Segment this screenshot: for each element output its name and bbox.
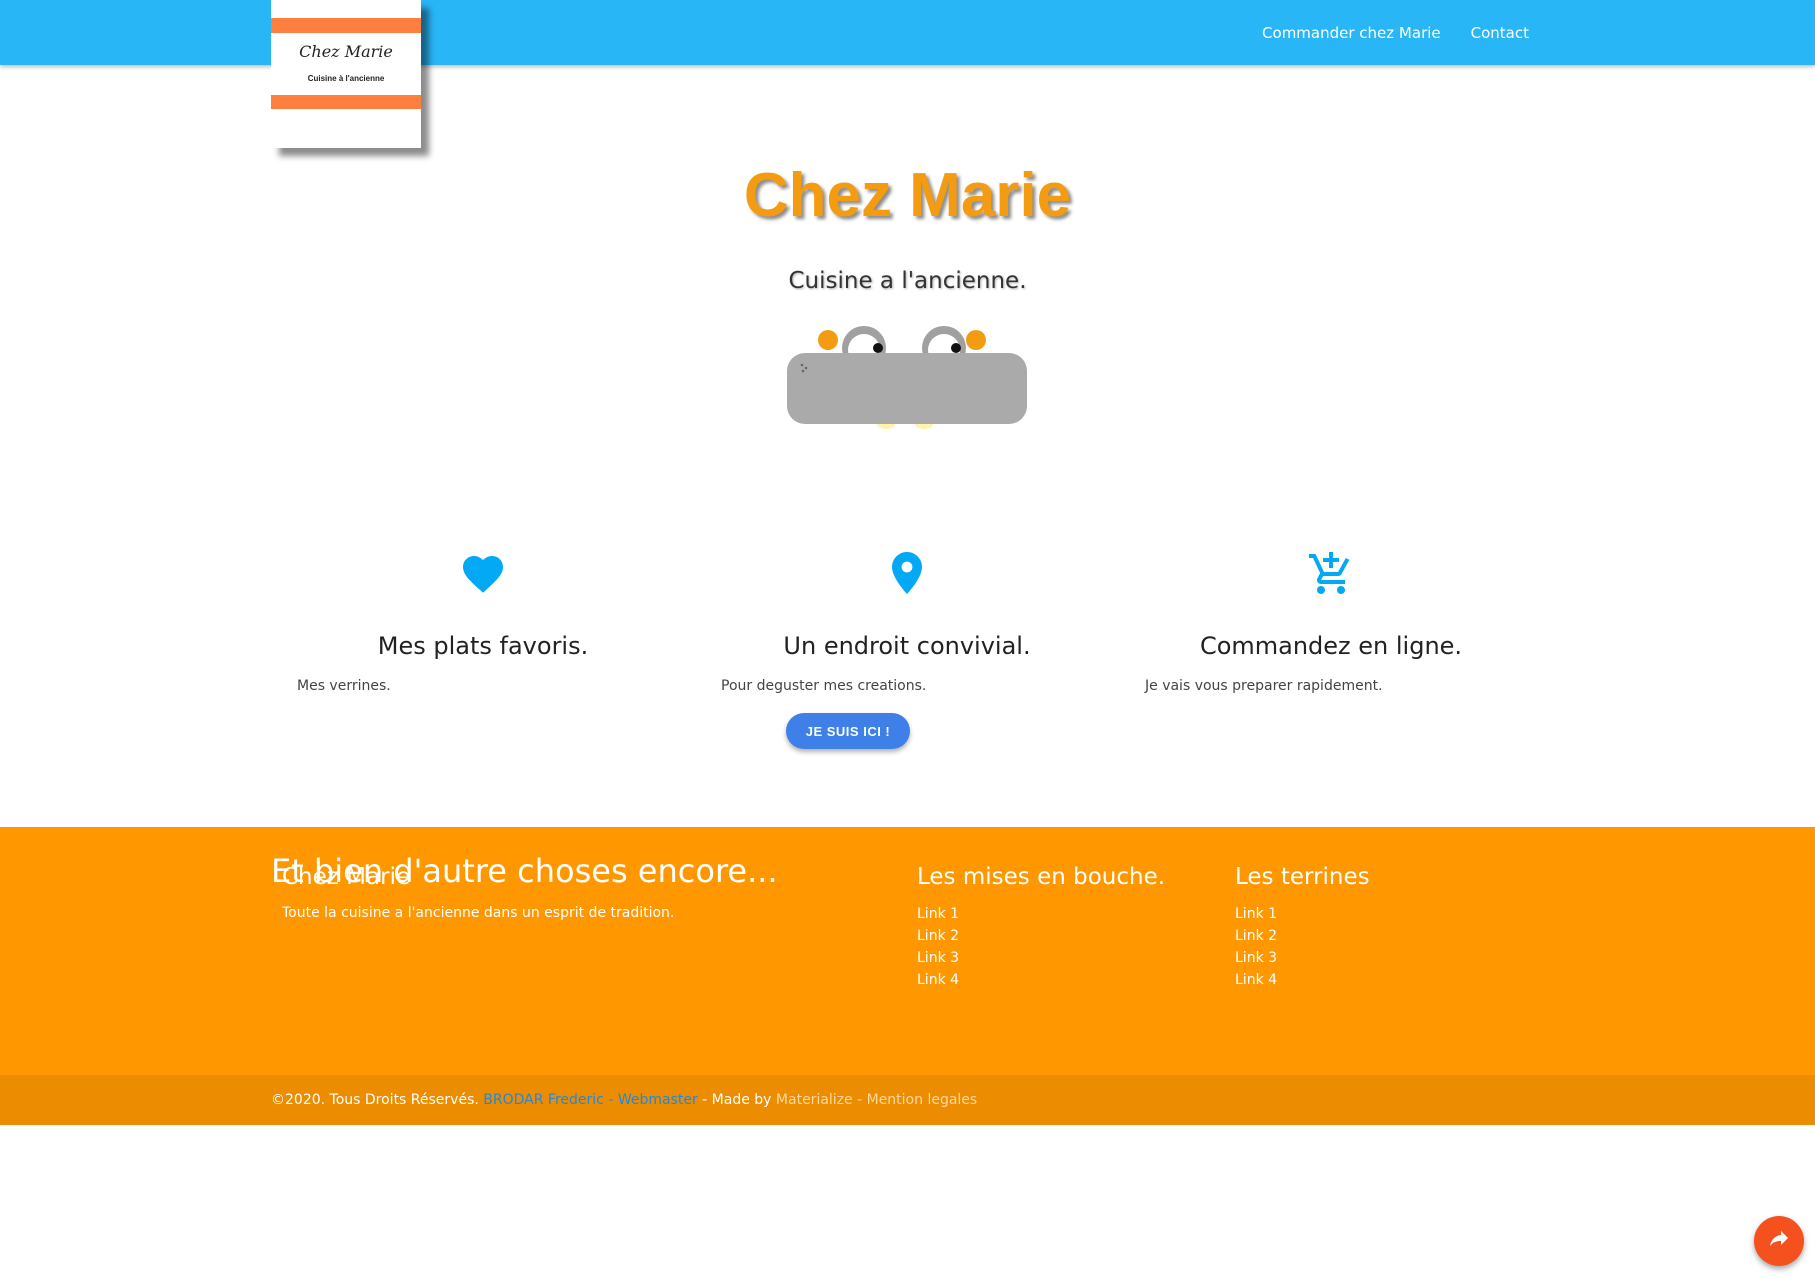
made-by-label: - Made by	[697, 1092, 776, 1108]
logo-name: Chez Marie	[299, 42, 393, 61]
footer-link[interactable]: Link 3	[1235, 947, 1277, 969]
feature-text: Je vais vous preparer rapidement.	[1145, 678, 1383, 694]
feature-title: Commandez en ligne.	[1199, 632, 1463, 660]
add-shopping-cart-icon	[1119, 550, 1543, 600]
je-suis-ici-button[interactable]: JE SUIS ICI !	[786, 713, 910, 749]
footer-links: Link 1 Link 2 Link 3 Link 4	[1235, 903, 1277, 991]
nav-link-contact[interactable]: Contact	[1471, 24, 1529, 42]
separator: -	[603, 1092, 618, 1108]
author-link[interactable]: BRODAR Frederic	[483, 1092, 604, 1108]
footer-link[interactable]: Link 1	[917, 903, 959, 925]
legal-mentions-link[interactable]: Mention legales	[867, 1092, 978, 1108]
nav-link-commander[interactable]: Commander chez Marie	[1262, 24, 1441, 42]
copyright-prefix: ©2020. Tous Droits Réservés.	[271, 1092, 479, 1108]
site-logo[interactable]: Chez Marie Cuisine à l'ancienne	[271, 0, 421, 148]
footer-slogan: Et bien d'autre choses encore...	[271, 852, 778, 890]
footer-about-text: Toute la cuisine a l'ancienne dans un es…	[282, 905, 675, 921]
footer-link[interactable]: Link 2	[1235, 925, 1277, 947]
footer-link[interactable]: Link 1	[1235, 903, 1277, 925]
materialize-link[interactable]: Materialize	[776, 1092, 853, 1108]
share-fab-button[interactable]	[1754, 1216, 1804, 1266]
feature-title: Un endroit convivial.	[783, 632, 1031, 660]
feature-text: Mes verrines.	[297, 678, 391, 694]
map-pin-icon	[695, 550, 1119, 600]
logo-tagline: Cuisine à l'ancienne	[307, 74, 385, 83]
footer-links: Link 1 Link 2 Link 3 Link 4	[917, 903, 959, 991]
hero-title: Chez Marie	[743, 161, 1072, 230]
nav-links: Commander chez Marie Contact	[1232, 0, 1529, 65]
footer-link[interactable]: Link 4	[1235, 969, 1277, 991]
feature-text: Pour deguster mes creations.	[721, 678, 927, 694]
footer-link[interactable]: Link 3	[917, 947, 959, 969]
logo-stripe-top	[271, 18, 421, 33]
logo-stripe-bottom	[271, 95, 421, 109]
footer-col-title: Les mises en bouche.	[917, 864, 1166, 890]
footer: Chez Marie Toute la cuisine a l'ancienne…	[0, 827, 1815, 1075]
hero-subtitle: Cuisine a l'ancienne.	[788, 268, 1027, 294]
copyright-bar: ©2020. Tous Droits Réservés. BRODAR Fred…	[0, 1075, 1815, 1125]
feature-title: Mes plats favoris.	[377, 632, 589, 660]
features-section: Mes plats favoris. Mes verrines. Un endr…	[271, 550, 1543, 750]
footer-link[interactable]: Link 2	[917, 925, 959, 947]
footer-link[interactable]: Link 4	[917, 969, 959, 991]
footer-col-title: Les terrines	[1235, 864, 1370, 890]
copyright-text: ©2020. Tous Droits Réservés. BRODAR Fred…	[271, 1075, 977, 1125]
share-arrow-icon	[1767, 1227, 1791, 1256]
webmaster-link[interactable]: Webmaster	[618, 1092, 698, 1108]
separator: -	[852, 1092, 867, 1108]
peeking-mascot-illustration	[782, 320, 1030, 440]
heart-icon	[271, 550, 695, 600]
